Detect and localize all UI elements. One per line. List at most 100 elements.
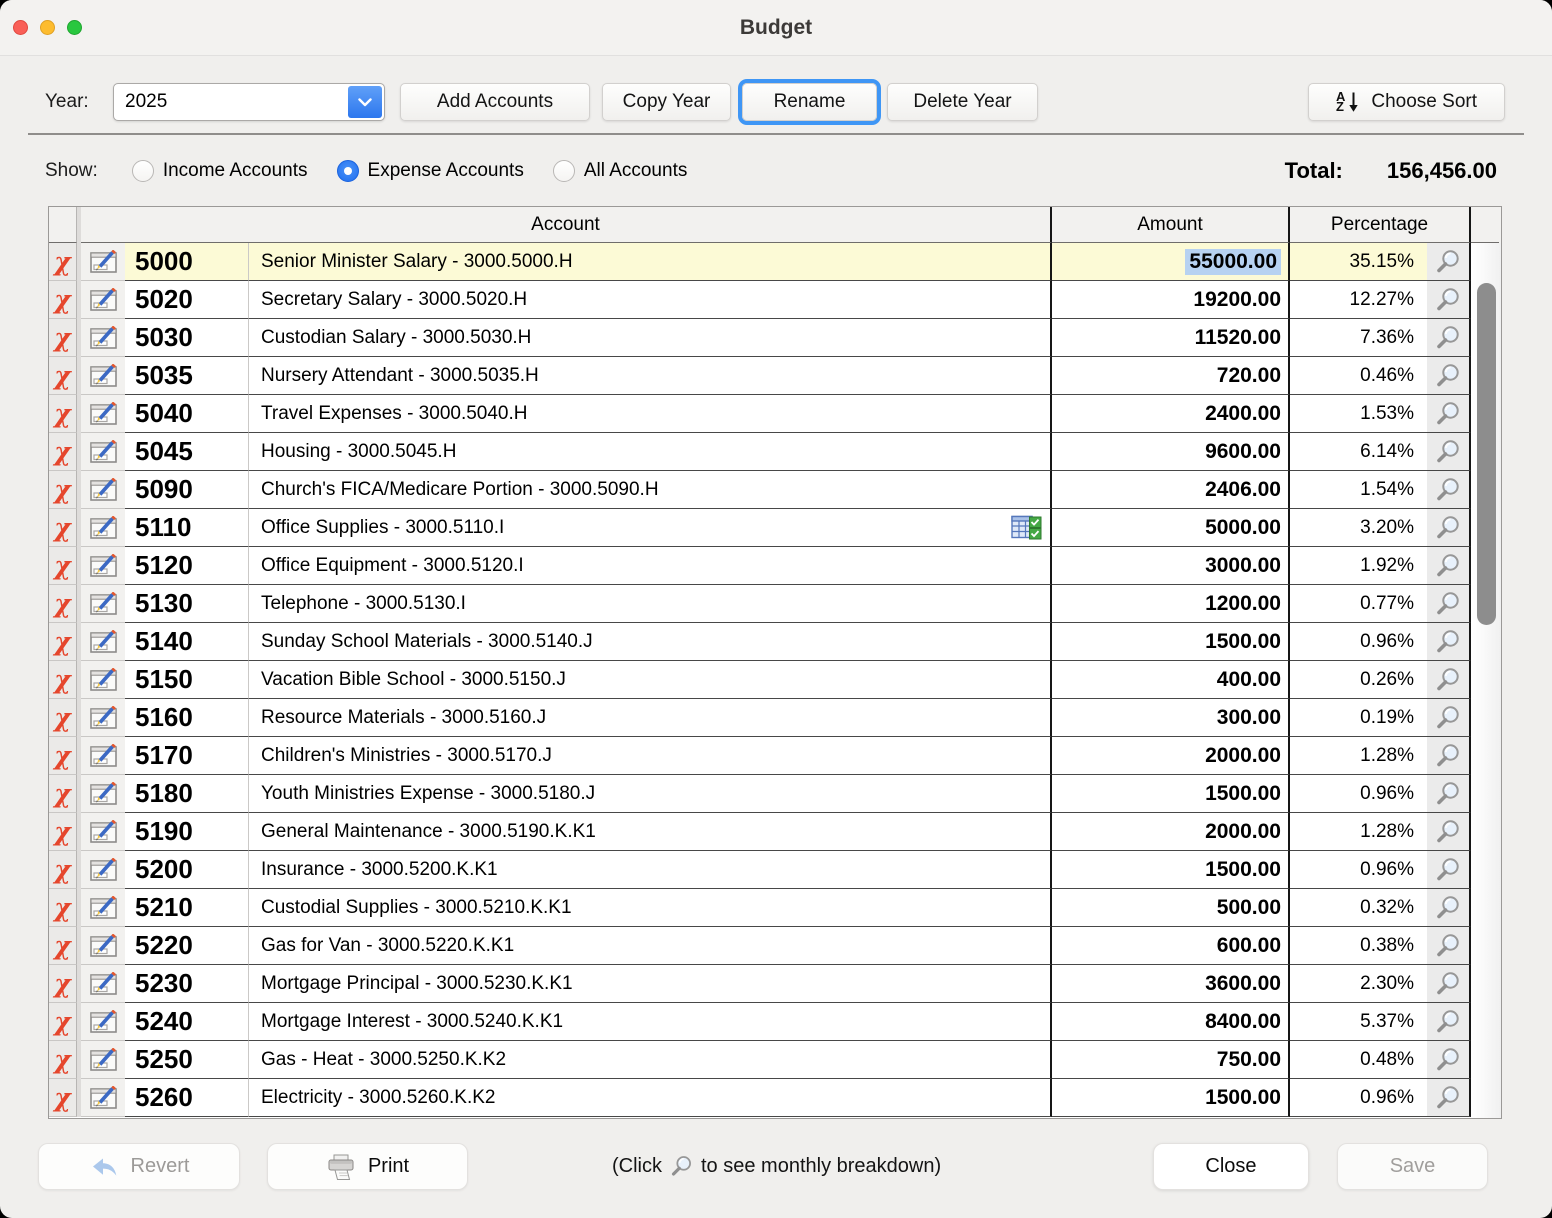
amount-cell[interactable]: 720.00 <box>1052 357 1290 395</box>
delete-account-button[interactable]: χ <box>49 319 77 357</box>
amount-cell[interactable]: 8400.00 <box>1052 1003 1290 1041</box>
delete-account-button[interactable]: χ <box>49 927 77 965</box>
amount-cell[interactable]: 5000.00 <box>1052 509 1290 547</box>
amount-cell[interactable]: 55000.00 <box>1052 243 1290 281</box>
monthly-breakdown-button[interactable] <box>1427 1079 1471 1117</box>
scrollbar-thumb[interactable] <box>1477 283 1496 625</box>
amount-cell[interactable]: 3600.00 <box>1052 965 1290 1003</box>
monthly-breakdown-button[interactable] <box>1427 547 1471 585</box>
delete-account-button[interactable]: χ <box>49 965 77 1003</box>
delete-account-button[interactable]: χ <box>49 357 77 395</box>
monthly-breakdown-button[interactable] <box>1427 889 1471 927</box>
radio-all-accounts[interactable]: All Accounts <box>553 160 688 182</box>
monthly-breakdown-button[interactable] <box>1427 1003 1471 1041</box>
delete-account-button[interactable]: χ <box>49 813 77 851</box>
monthly-breakdown-button[interactable] <box>1427 281 1471 319</box>
add-accounts-button[interactable]: Add Accounts <box>400 83 590 121</box>
delete-account-button[interactable]: χ <box>49 1003 77 1041</box>
vertical-scrollbar[interactable] <box>1473 243 1501 1118</box>
delete-account-button[interactable]: χ <box>49 471 77 509</box>
edit-account-button[interactable] <box>81 737 125 775</box>
amount-cell[interactable]: 300.00 <box>1052 699 1290 737</box>
delete-account-button[interactable]: χ <box>49 547 77 585</box>
amount-cell[interactable]: 2000.00 <box>1052 737 1290 775</box>
amount-cell[interactable]: 3000.00 <box>1052 547 1290 585</box>
amount-cell[interactable]: 9600.00 <box>1052 433 1290 471</box>
amount-cell[interactable]: 1500.00 <box>1052 623 1290 661</box>
amount-cell[interactable]: 1500.00 <box>1052 851 1290 889</box>
amount-cell[interactable]: 600.00 <box>1052 927 1290 965</box>
edit-account-button[interactable] <box>81 395 125 433</box>
edit-account-button[interactable] <box>81 1041 125 1079</box>
delete-account-button[interactable]: χ <box>49 889 77 927</box>
edit-account-button[interactable] <box>81 775 125 813</box>
monthly-breakdown-button[interactable] <box>1427 623 1471 661</box>
amount-cell[interactable]: 19200.00 <box>1052 281 1290 319</box>
monthly-breakdown-button[interactable] <box>1427 775 1471 813</box>
delete-account-button[interactable]: χ <box>49 281 77 319</box>
edit-account-button[interactable] <box>81 623 125 661</box>
monthly-breakdown-button[interactable] <box>1427 851 1471 889</box>
amount-cell[interactable]: 11520.00 <box>1052 319 1290 357</box>
delete-account-button[interactable]: χ <box>49 243 77 281</box>
delete-account-button[interactable]: χ <box>49 623 77 661</box>
edit-account-button[interactable] <box>81 471 125 509</box>
edit-account-button[interactable] <box>81 851 125 889</box>
monthly-breakdown-button[interactable] <box>1427 433 1471 471</box>
save-button[interactable]: Save <box>1337 1143 1488 1190</box>
amount-cell[interactable]: 1500.00 <box>1052 1079 1290 1117</box>
amount-cell[interactable]: 500.00 <box>1052 889 1290 927</box>
amount-cell[interactable]: 750.00 <box>1052 1041 1290 1079</box>
amount-cell[interactable]: 1500.00 <box>1052 775 1290 813</box>
monthly-breakdown-button[interactable] <box>1427 509 1471 547</box>
edit-account-button[interactable] <box>81 433 125 471</box>
edit-account-button[interactable] <box>81 927 125 965</box>
delete-account-button[interactable]: χ <box>49 395 77 433</box>
edit-account-button[interactable] <box>81 319 125 357</box>
amount-cell[interactable]: 1200.00 <box>1052 585 1290 623</box>
edit-account-button[interactable] <box>81 889 125 927</box>
edit-account-button[interactable] <box>81 281 125 319</box>
delete-account-button[interactable]: χ <box>49 509 77 547</box>
amount-cell[interactable]: 2400.00 <box>1052 395 1290 433</box>
monthly-breakdown-button[interactable] <box>1427 661 1471 699</box>
monthly-breakdown-button[interactable] <box>1427 243 1471 281</box>
delete-account-button[interactable]: χ <box>49 1041 77 1079</box>
print-button[interactable]: Print <box>267 1143 468 1190</box>
monthly-breakdown-button[interactable] <box>1427 319 1471 357</box>
edit-account-button[interactable] <box>81 1003 125 1041</box>
close-button[interactable]: Close <box>1153 1143 1309 1190</box>
monthly-breakdown-button[interactable] <box>1427 927 1471 965</box>
delete-account-button[interactable]: χ <box>49 661 77 699</box>
edit-account-button[interactable] <box>81 965 125 1003</box>
monthly-breakdown-button[interactable] <box>1427 813 1471 851</box>
monthly-breakdown-button[interactable] <box>1427 585 1471 623</box>
edit-account-button[interactable] <box>81 357 125 395</box>
edit-account-button[interactable] <box>81 699 125 737</box>
monthly-breakdown-button[interactable] <box>1427 699 1471 737</box>
monthly-breakdown-button[interactable] <box>1427 357 1471 395</box>
edit-account-button[interactable] <box>81 243 125 281</box>
monthly-breakdown-button[interactable] <box>1427 1041 1471 1079</box>
revert-button[interactable]: Revert <box>38 1143 240 1190</box>
edit-account-button[interactable] <box>81 661 125 699</box>
edit-account-button[interactable] <box>81 813 125 851</box>
delete-account-button[interactable]: χ <box>49 1079 77 1117</box>
delete-account-button[interactable]: χ <box>49 699 77 737</box>
edit-account-button[interactable] <box>81 585 125 623</box>
delete-year-button[interactable]: Delete Year <box>887 83 1038 121</box>
radio-income-accounts[interactable]: Income Accounts <box>132 160 308 182</box>
radio-expense-accounts[interactable]: Expense Accounts <box>337 160 524 182</box>
amount-cell[interactable]: 2000.00 <box>1052 813 1290 851</box>
delete-account-button[interactable]: χ <box>49 585 77 623</box>
delete-account-button[interactable]: χ <box>49 737 77 775</box>
edit-account-button[interactable] <box>81 547 125 585</box>
year-select[interactable]: 2025 <box>113 83 385 121</box>
delete-account-button[interactable]: χ <box>49 775 77 813</box>
edit-account-button[interactable] <box>81 1079 125 1117</box>
monthly-breakdown-button[interactable] <box>1427 965 1471 1003</box>
amount-cell[interactable]: 400.00 <box>1052 661 1290 699</box>
delete-account-button[interactable]: χ <box>49 433 77 471</box>
rename-button[interactable]: Rename <box>742 83 877 121</box>
choose-sort-button[interactable]: AZ Choose Sort <box>1308 83 1505 121</box>
